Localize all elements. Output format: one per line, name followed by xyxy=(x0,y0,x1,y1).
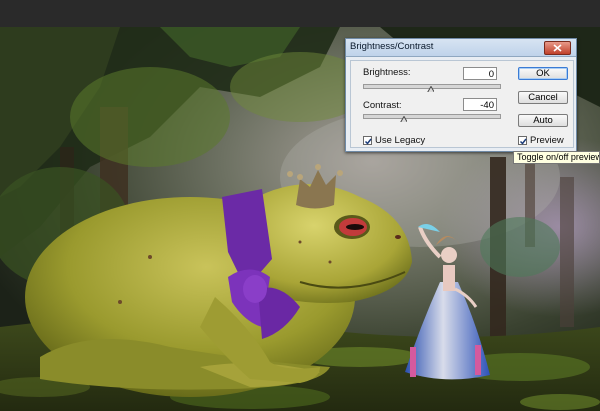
close-button[interactable] xyxy=(544,41,571,55)
brightness-contrast-dialog: Brightness/Contrast Brightness: 0 Contra… xyxy=(345,38,577,152)
contrast-field[interactable]: -40 xyxy=(463,98,497,111)
close-icon xyxy=(553,44,562,52)
contrast-slider-track[interactable] xyxy=(363,114,501,119)
preview-checkbox[interactable] xyxy=(518,136,527,145)
dialog-title-bar[interactable]: Brightness/Contrast xyxy=(346,39,576,57)
brightness-label: Brightness: xyxy=(363,67,411,78)
checkmark-icon xyxy=(519,138,527,145)
brightness-field[interactable]: 0 xyxy=(463,67,497,80)
preview-label: Preview xyxy=(530,135,564,146)
use-legacy-label: Use Legacy xyxy=(375,135,426,146)
dialog-title: Brightness/Contrast xyxy=(350,41,434,52)
brightness-slider-thumb-icon[interactable] xyxy=(427,86,434,92)
contrast-slider-thumb-icon[interactable] xyxy=(400,116,407,122)
contrast-label: Contrast: xyxy=(363,100,402,111)
use-legacy-checkbox[interactable] xyxy=(363,136,372,145)
app-top-bar xyxy=(0,0,600,27)
preview-tooltip: Toggle on/off preview i xyxy=(513,151,600,164)
auto-button[interactable]: Auto xyxy=(518,114,568,127)
dialog-body: Brightness: 0 Contrast: -40 Use Legacy O… xyxy=(350,60,574,148)
ok-button[interactable]: OK xyxy=(518,67,568,80)
cancel-button[interactable]: Cancel xyxy=(518,91,568,104)
checkmark-icon xyxy=(364,138,372,145)
